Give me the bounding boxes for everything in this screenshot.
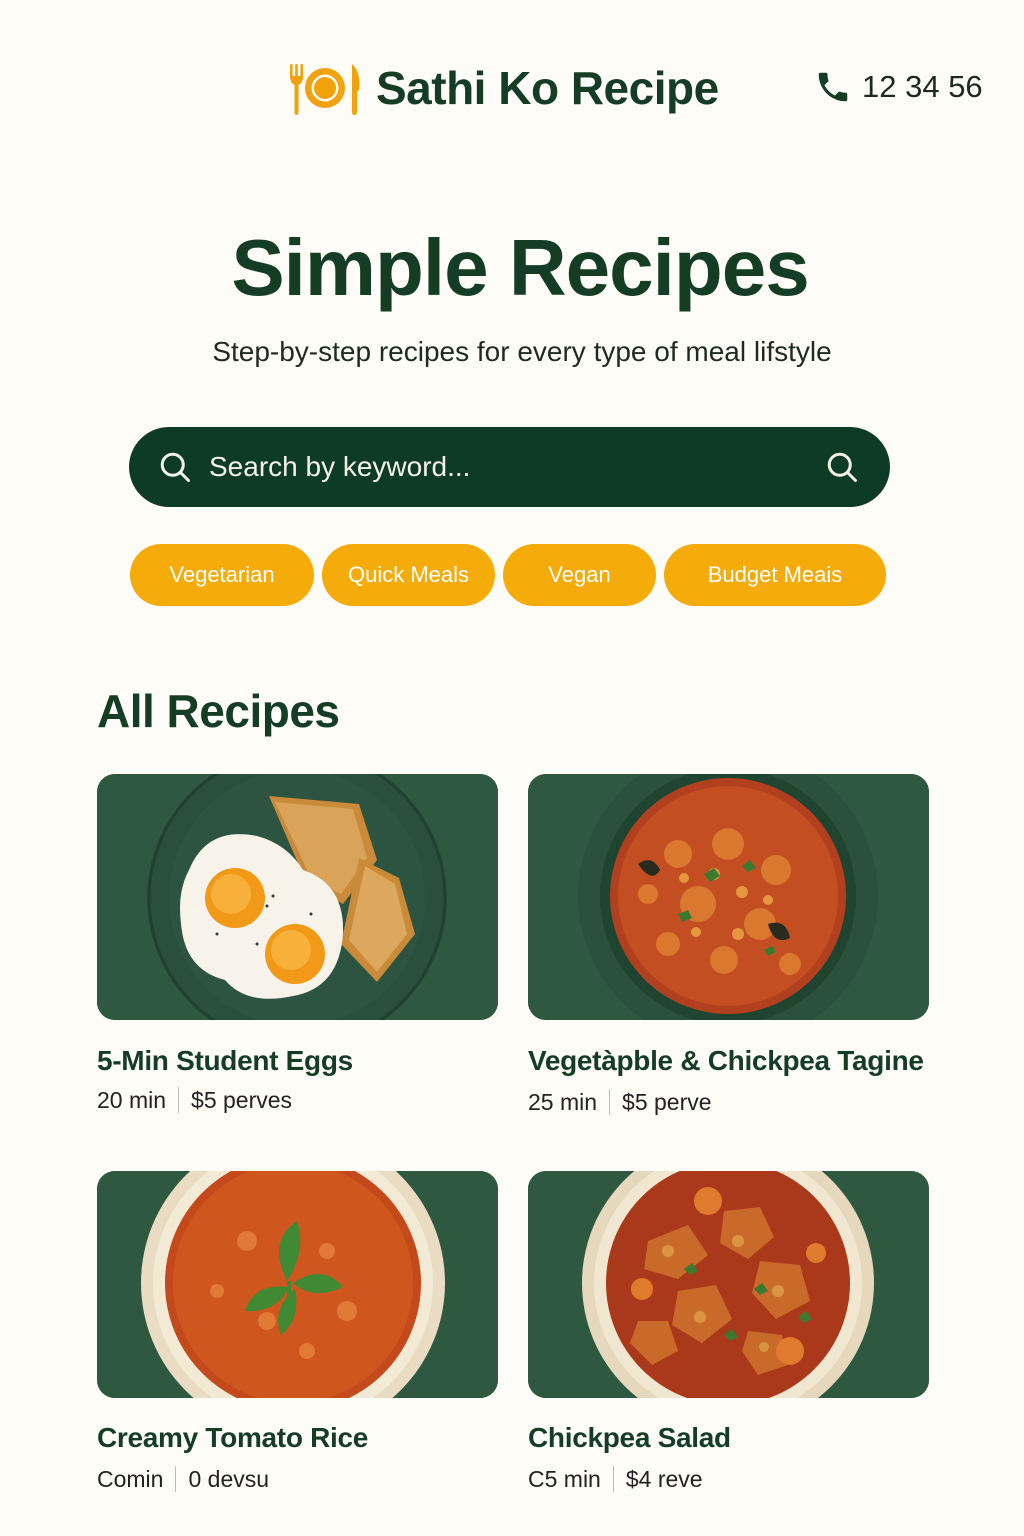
recipe-cost: $4 reve — [625, 1466, 703, 1492]
filter-chip-vegetarian[interactable]: Vegetarian — [130, 544, 314, 606]
search-input[interactable] — [193, 427, 822, 507]
recipe-time: Comin — [97, 1466, 164, 1492]
recipe-title: Chickpea Salad — [528, 1422, 731, 1453]
recipe-card[interactable]: Creamy Tomato Rice Comin 0 devsu — [97, 1171, 498, 1494]
chickpea-chicken-curry-image — [528, 1171, 929, 1398]
phone-contact[interactable]: 12 34 56 — [814, 68, 983, 106]
recipe-title: Creamy Tomato Rice — [97, 1422, 369, 1453]
filter-chip-budget-meals[interactable]: Budget Meais — [664, 544, 886, 606]
page-title: Simple Recipes — [231, 223, 809, 312]
recipe-cost: $5 perve — [622, 1089, 712, 1115]
recipe-title: 5-Min Student Eggs — [97, 1045, 353, 1076]
brand[interactable]: Sathi Ko Recipe — [288, 60, 719, 116]
section-title: All Recipes — [97, 685, 340, 737]
tomato-rice-soup-image — [97, 1171, 498, 1398]
meta-divider — [178, 1087, 180, 1113]
search-submit-button[interactable] — [822, 447, 862, 487]
meta-divider — [609, 1089, 611, 1115]
search-bar — [129, 427, 890, 507]
recipe-time: C5 min — [528, 1466, 601, 1492]
recipe-meta: C5 min $4 reve — [528, 1464, 929, 1494]
search-icon — [827, 452, 857, 482]
recipe-card[interactable]: 5-Min Student Eggs 20 min $5 perves — [97, 774, 498, 1115]
brand-name: Sathi Ko Recipe — [376, 62, 719, 114]
recipe-time: 25 min — [528, 1089, 598, 1115]
recipe-time: 20 min — [97, 1087, 167, 1113]
recipe-title: Vegetàpble & Chickpea Tagine — [528, 1045, 924, 1076]
page-subtitle: Step-by-step recipes for every type of m… — [212, 336, 832, 367]
meta-divider — [175, 1466, 177, 1492]
plate-cutlery-icon — [290, 64, 360, 115]
recipe-meta: 20 min $5 perves — [97, 1085, 498, 1115]
recipe-card[interactable]: Vegetàpble & Chickpea Tagine 25 min $5 p… — [528, 774, 929, 1117]
fried-eggs-toast-image — [97, 774, 498, 1020]
filter-chip-quick-meals[interactable]: Quick Meals — [322, 544, 495, 606]
meta-divider — [612, 1466, 614, 1492]
filter-chip-vegan[interactable]: Vegan — [503, 544, 656, 606]
phone-icon — [818, 72, 848, 102]
vegetable-chickpea-tagine-image — [528, 774, 929, 1020]
phone-number: 12 34 56 — [862, 69, 983, 104]
search-icon — [160, 452, 190, 482]
recipe-meta: 25 min $5 perve — [528, 1087, 929, 1117]
recipe-cost: 0 devsu — [188, 1466, 270, 1492]
recipe-meta: Comin 0 devsu — [97, 1464, 498, 1494]
recipe-card[interactable]: Chickpea Salad C5 min $4 reve — [528, 1171, 929, 1494]
recipe-cost: $5 perves — [191, 1087, 293, 1113]
page: Sathi Ko Recipe 12 34 56 Simple Recipes … — [0, 0, 1024, 1536]
